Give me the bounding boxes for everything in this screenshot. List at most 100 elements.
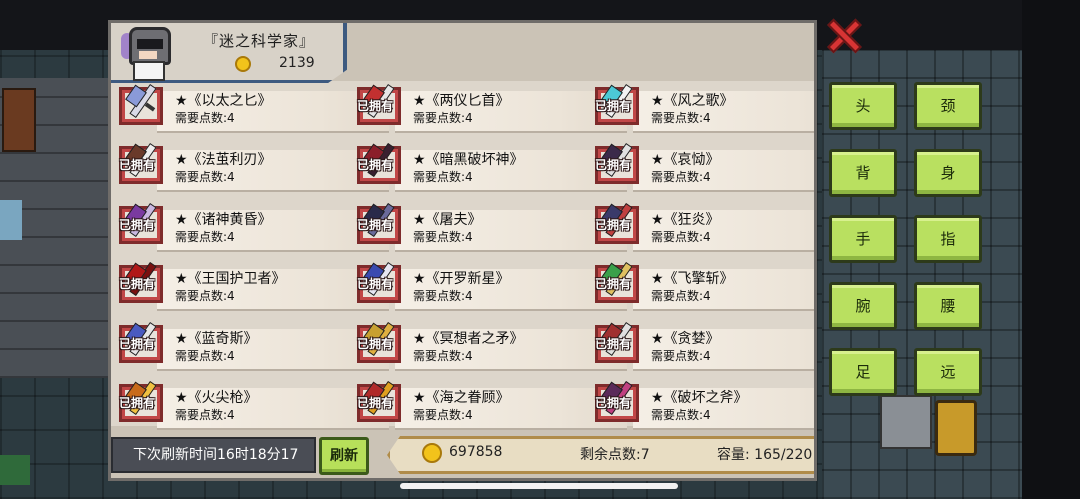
item-cost: 需要点数:4 [413,289,473,303]
owned-badge: 已拥有 [595,218,632,232]
player-avatar [121,25,173,81]
close-icon[interactable] [824,16,864,56]
owned-badge: 已拥有 [119,277,156,291]
category-button[interactable]: 远 [914,348,982,396]
weapon-item[interactable]: 已拥有 ★《暗黑破坏神》 需要点数:4 [353,142,627,194]
item-cost: 需要点数:4 [175,289,235,303]
weapon-item[interactable]: 已拥有 ★《火尖枪》 需要点数:4 [115,380,389,432]
item-cost: 需要点数:4 [651,349,711,363]
weapon-item[interactable]: 已拥有 ★《法茧利刃》 需要点数:4 [115,142,389,194]
weapon-item[interactable]: 已拥有 ★《蓝奇斯》 需要点数:4 [115,321,389,373]
weapon-icon [125,79,159,123]
item-name: ★《破坏之斧》 [651,390,748,406]
item-name: ★《屠夫》 [413,212,482,228]
gold-coin-icon [422,443,442,463]
points-remaining: 剩余点数:7 [580,447,650,463]
weapon-item[interactable]: 已拥有 ★《飞擎斩》 需要点数:4 [591,261,814,313]
item-cost: 需要点数:4 [175,408,235,422]
category-button[interactable]: 颈 [914,82,982,130]
weapon-item[interactable]: 已拥有 ★《破坏之斧》 需要点数:4 [591,380,814,432]
item-name: ★《飞擎斩》 [651,271,734,287]
weapon-item[interactable]: 已拥有 ★《狂炎》需要点数:4 [591,202,814,254]
item-cost: 需要点数:4 [651,230,711,244]
weapon-item[interactable]: ★《以太之匕》 需要点数:4 [115,83,389,135]
plant-prop [0,455,30,485]
weapon-item[interactable]: 已拥有 ★《贪婪》需要点数:4 [591,321,814,373]
item-cost: 需要点数:4 [651,408,711,422]
item-name: ★《哀恸》 [651,152,720,168]
player-coins: 2139 [279,55,315,71]
weapon-item[interactable]: 已拥有 ★《王国护卫者》 需要点数:4 [115,261,389,313]
gold-amount: 697858 [449,444,503,460]
weapon-item[interactable]: 已拥有 ★《哀恸》需要点数:4 [591,142,814,194]
category-button[interactable]: 身 [914,149,982,197]
weapon-item[interactable]: 已拥有 ★《开罗新星》 需要点数:4 [353,261,627,313]
owned-badge: 已拥有 [357,396,394,410]
item-name: ★《风之歌》 [651,93,734,109]
weapon-item[interactable]: 已拥有 ★《诸神黄昏》 需要点数:4 [115,202,389,254]
item-cost: 需要点数:4 [651,111,711,125]
owned-badge: 已拥有 [357,218,394,232]
category-button[interactable]: 手 [829,215,897,263]
owned-badge: 已拥有 [357,337,394,351]
owned-badge: 已拥有 [595,277,632,291]
owned-badge: 已拥有 [119,158,156,172]
refresh-timer: 下次刷新时间16时18分17 [111,437,316,473]
item-cost: 需要点数:4 [413,349,473,363]
item-name: ★《法茧利刃》 [175,152,272,168]
item-cost: 需要点数:4 [413,111,473,125]
item-cost: 需要点数:4 [651,170,711,184]
player-header: 『迷之科学家』 2139 [111,23,347,83]
barrel-prop [935,400,977,456]
item-cost: 需要点数:4 [175,230,235,244]
weapon-item[interactable]: 已拥有 ★《冥想者之矛》 需要点数:4 [353,321,627,373]
weapon-item[interactable]: 已拥有 ★《风之歌》 需要点数:4 [591,83,814,135]
refresh-button[interactable]: 刷新 [319,437,369,475]
item-name: ★《海之眷顾》 [413,390,510,406]
item-name: ★《蓝奇斯》 [175,331,258,347]
item-cost: 需要点数:4 [175,111,235,125]
category-button[interactable]: 头 [829,82,897,130]
machine-prop [0,200,22,240]
owned-badge: 已拥有 [119,218,156,232]
item-name: ★《诸神黄昏》 [175,212,272,228]
owned-badge: 已拥有 [595,99,632,113]
category-button[interactable]: 腰 [914,282,982,330]
weapon-item[interactable]: 已拥有 ★《两仪匕首》 需要点数:4 [353,83,627,135]
category-button[interactable]: 足 [829,348,897,396]
weapon-shop-panel: ★《以太之匕》 需要点数:4 已拥有 ★《两仪匕首》 需要点数:4 已拥有 ★《风之歌》 需要… [108,20,817,481]
capacity: 容量: 165/220 [717,447,813,463]
item-list[interactable]: ★《以太之匕》 需要点数:4 已拥有 ★《两仪匕首》 需要点数:4 已拥有 ★《风之歌》 需要… [111,81,814,430]
robot-prop [880,395,932,449]
weapon-item[interactable]: 已拥有 ★《海之眷顾》 需要点数:4 [353,380,627,432]
item-name: ★《火尖枪》 [175,390,258,406]
item-cost: 需要点数:4 [175,170,235,184]
owned-badge: 已拥有 [595,158,632,172]
item-cost: 需要点数:4 [413,230,473,244]
owned-badge: 已拥有 [357,277,394,291]
item-cost: 需要点数:4 [651,289,711,303]
item-name: ★《狂炎》 [651,212,720,228]
furniture-prop [2,88,36,152]
dark-edge [1022,0,1080,499]
item-cost: 需要点数:4 [175,349,235,363]
category-button[interactable]: 腕 [829,282,897,330]
player-name: 『迷之科学家』 [203,32,316,50]
coin-icon [235,56,251,72]
item-cost: 需要点数:4 [413,170,473,184]
item-name: ★《贪婪》 [651,331,720,347]
home-indicator[interactable] [400,483,678,489]
item-name: ★《王国护卫者》 [175,271,286,287]
owned-badge: 已拥有 [595,337,632,351]
weapon-item[interactable]: 已拥有 ★《屠夫》需要点数:4 [353,202,627,254]
item-name: ★《开罗新星》 [413,271,510,287]
owned-badge: 已拥有 [119,396,156,410]
item-name: ★《两仪匕首》 [413,93,510,109]
owned-badge: 已拥有 [357,99,394,113]
owned-badge: 已拥有 [595,396,632,410]
owned-badge: 已拥有 [119,337,156,351]
owned-badge: 已拥有 [357,158,394,172]
category-button[interactable]: 背 [829,149,897,197]
category-button[interactable]: 指 [914,215,982,263]
item-name: ★《以太之匕》 [175,93,272,109]
